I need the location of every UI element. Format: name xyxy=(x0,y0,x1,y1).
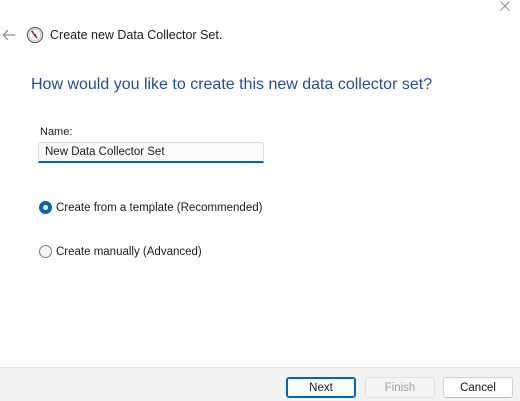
close-icon xyxy=(500,1,510,11)
page-heading: How would you like to create this new da… xyxy=(31,76,433,93)
cancel-button[interactable]: Cancel xyxy=(443,377,513,398)
wizard-window: Create new Data Collector Set. How would… xyxy=(0,0,520,401)
radio-button-selected[interactable] xyxy=(39,201,52,214)
close-button[interactable] xyxy=(490,0,520,14)
back-button[interactable] xyxy=(0,26,18,44)
finish-button[interactable]: Finish xyxy=(365,377,435,398)
window-title: Create new Data Collector Set. xyxy=(50,28,223,42)
radio-option-template[interactable]: Create from a template (Recommended) xyxy=(39,201,262,214)
wizard-footer: Next Finish Cancel xyxy=(0,367,520,401)
name-label: Name: xyxy=(40,126,73,138)
radio-option-manual[interactable]: Create manually (Advanced) xyxy=(39,245,202,258)
performance-monitor-icon xyxy=(26,26,44,44)
radio-label-template: Create from a template (Recommended) xyxy=(56,201,263,214)
name-input[interactable] xyxy=(38,142,264,163)
radio-label-manual: Create manually (Advanced) xyxy=(56,245,202,258)
back-arrow-icon xyxy=(2,29,15,41)
next-button[interactable]: Next xyxy=(286,377,356,398)
radio-button-unselected[interactable] xyxy=(39,245,52,258)
